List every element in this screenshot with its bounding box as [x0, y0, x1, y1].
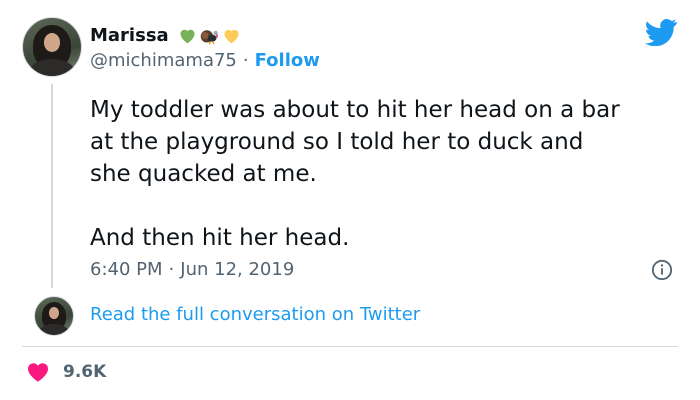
read-conversation-link[interactable]: Read the full conversation on Twitter	[90, 304, 420, 325]
name-emojis	[177, 25, 242, 46]
heart-icon	[27, 363, 49, 382]
like-count: 9.6K	[63, 362, 107, 382]
tweet-date: Jun 12, 2019	[180, 259, 295, 280]
divider	[22, 346, 678, 347]
separator-dot: ·	[242, 50, 249, 71]
user-handle[interactable]: @michimama75	[90, 50, 237, 71]
thread-line	[51, 84, 53, 288]
info-icon[interactable]	[651, 259, 673, 281]
tweet-text: My toddler was about to hit her head on …	[90, 97, 620, 251]
reply-avatar	[34, 296, 74, 336]
twitter-bird-icon[interactable]	[645, 18, 677, 46]
avatar-shoulders	[28, 58, 76, 76]
separator-dot: ·	[168, 259, 175, 280]
follow-button[interactable]: Follow	[255, 50, 320, 71]
avatar-shoulders	[38, 323, 70, 335]
tweet-time: 6:40 PM	[90, 259, 163, 280]
avatar[interactable]	[22, 17, 82, 77]
handle-row: @michimama75 · Follow	[90, 50, 320, 71]
avatar-face	[43, 33, 61, 52]
tweet-timestamp[interactable]: 6:40 PM · Jun 12, 2019	[90, 259, 294, 280]
like-button[interactable]: 9.6K	[27, 362, 106, 382]
green-heart-emoji	[180, 29, 195, 43]
display-name[interactable]: Marissa	[90, 25, 169, 46]
author-name-row: Marissa	[90, 22, 242, 48]
yellow-heart-emoji	[224, 29, 239, 43]
turkey-emoji	[200, 29, 218, 44]
